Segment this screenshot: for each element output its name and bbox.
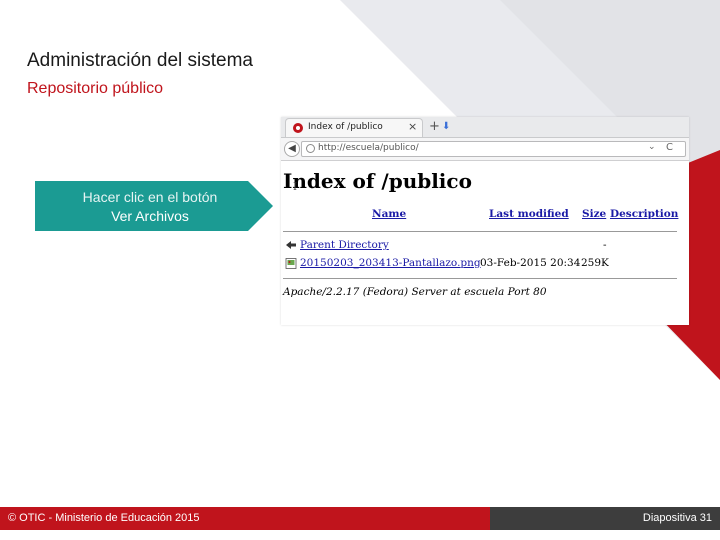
chevron-down-icon[interactable]: ⌄ bbox=[648, 142, 656, 152]
url-text: http://escuela/publico/ bbox=[318, 143, 419, 153]
copyright-text: © OTIC - Ministerio de Educación 2015 bbox=[8, 512, 200, 524]
text-cursor: I bbox=[293, 182, 297, 193]
globe-icon bbox=[306, 144, 315, 153]
column-header-description[interactable]: Description bbox=[610, 208, 678, 220]
slide-subtitle: Repositorio público bbox=[27, 80, 164, 97]
column-header-size[interactable]: Size bbox=[582, 208, 606, 220]
browser-tab-bar: Index of /publico × + ⬇ bbox=[281, 117, 689, 138]
callout-line-1: Hacer clic en el botón bbox=[82, 189, 218, 205]
modified-cell: 03-Feb-2015 20:34 bbox=[480, 257, 581, 269]
column-header-name[interactable]: Name bbox=[372, 208, 406, 220]
browser-screenshot: Index of /publico × + ⬇ ◀ http://escuela… bbox=[281, 117, 689, 325]
footer-dark-section: Diapositiva 31 bbox=[490, 507, 720, 530]
size-cell: - bbox=[603, 239, 607, 251]
slide-number: Diapositiva 31 bbox=[642, 512, 712, 524]
address-bar[interactable]: http://escuela/publico/ ⌄ C bbox=[301, 141, 686, 157]
footer-bar: © OTIC - Ministerio de Educación 2015 Di… bbox=[0, 507, 720, 530]
callout-line-2: Ver Archivos bbox=[111, 208, 189, 224]
callout-text: Hacer clic en el botón Ver Archivos bbox=[35, 188, 265, 226]
download-icon[interactable]: ⬇ bbox=[442, 121, 450, 132]
divider bbox=[283, 231, 677, 232]
reload-icon[interactable]: C bbox=[666, 142, 673, 153]
server-signature: Apache/2.2.17 (Fedora) Server at escuela… bbox=[283, 286, 547, 298]
tab-close-icon[interactable]: × bbox=[408, 120, 417, 133]
directory-listing-page: Index of /publico I Name Last modified S… bbox=[281, 161, 689, 325]
slide-title: Administración del sistema bbox=[27, 50, 253, 71]
instruction-callout: Hacer clic en el botón Ver Archivos bbox=[35, 181, 273, 231]
listing-heading: Index of /publico bbox=[283, 169, 472, 193]
new-tab-icon[interactable]: + bbox=[429, 119, 440, 134]
tab-title: Index of /publico bbox=[308, 122, 383, 132]
browser-nav-bar: ◀ http://escuela/publico/ ⌄ C bbox=[281, 138, 689, 161]
footer-red-section: © OTIC - Ministerio de Educación 2015 bbox=[0, 507, 490, 530]
column-header-last-modified[interactable]: Last modified bbox=[489, 208, 569, 220]
favicon-icon bbox=[293, 123, 303, 133]
parent-directory-link[interactable]: Parent Directory bbox=[300, 239, 389, 251]
file-link[interactable]: 20150203_203413-Pantallazo.png bbox=[300, 257, 481, 269]
back-button[interactable]: ◀ bbox=[284, 141, 300, 157]
divider bbox=[283, 278, 677, 279]
image-file-icon bbox=[285, 258, 297, 269]
list-item: 20150203_203413-Pantallazo.png 03-Feb-20… bbox=[283, 257, 677, 271]
size-cell: 259K bbox=[581, 257, 609, 269]
browser-tab[interactable]: Index of /publico × bbox=[285, 118, 423, 137]
back-arrow-icon bbox=[286, 241, 296, 249]
list-item: Parent Directory - bbox=[283, 239, 677, 253]
